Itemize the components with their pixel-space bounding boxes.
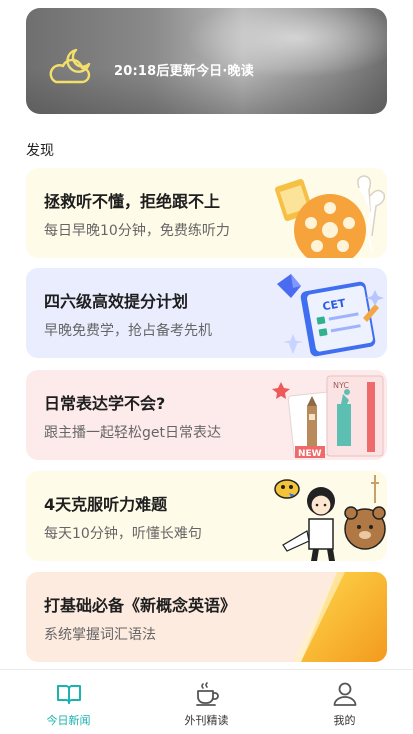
card-title: 4天克服听力难题	[44, 495, 168, 514]
daily-expression-card[interactable]: 日常表达学不会? 跟主播一起轻松get日常表达 NYC NEW	[26, 370, 387, 460]
banner-update-text: 20:18后更新今日·晚读	[114, 64, 254, 79]
new-badge-text: NEW	[298, 449, 322, 459]
cet-plan-card[interactable]: 四六级高效提分计划 早晚免费学，抢占备考先机 CET	[26, 268, 387, 358]
moon-cloud-icon	[49, 48, 91, 84]
bottom-tab-bar: 今日新闻 外刊精读 我的	[0, 669, 413, 734]
new-concept-english-card[interactable]: 打基础必备《新概念英语》 系统掌握词汇语法	[26, 572, 387, 662]
travel-tickets-illustration: NYC NEW	[272, 375, 384, 459]
tab-label: 今日新闻	[46, 714, 91, 727]
card-subtitle: 每日早晚10分钟，免费练听力	[44, 223, 230, 239]
card-title: 拯救听不懂，拒绝跟不上	[44, 192, 221, 211]
tab-profile[interactable]: 我的	[276, 670, 413, 734]
tab-foreign-journals[interactable]: 外刊精读	[138, 670, 275, 734]
card-title: 打基础必备《新概念英语》	[44, 596, 237, 615]
listening-rescue-card[interactable]: 拯救听不懂，拒绝跟不上 每日早晚10分钟，免费练听力	[26, 168, 387, 258]
card-title: 日常表达学不会?	[44, 394, 166, 413]
ticket-nyc-text: NYC	[333, 381, 349, 390]
cartoon-girl-bear-illustration	[274, 475, 386, 561]
open-book-icon	[56, 685, 81, 704]
tab-label: 我的	[333, 714, 356, 727]
card-subtitle: 每天10分钟，听懂长难句	[44, 526, 202, 542]
listening-challenge-card[interactable]: 4天克服听力难题 每天10分钟，听懂长难句	[26, 471, 387, 561]
film-earphones-illustration	[274, 175, 386, 258]
card-subtitle: 跟主播一起轻松get日常表达	[44, 425, 221, 441]
card-subtitle: 早晚免费学，抢占备考先机	[44, 323, 212, 339]
tab-label: 外刊精读	[184, 714, 229, 727]
card-title: 四六级高效提分计划	[44, 292, 189, 311]
coffee-cup-icon	[195, 682, 219, 706]
section-title-discover: 发现	[26, 143, 54, 159]
orange-book-illustration	[293, 572, 387, 662]
card-subtitle: 系统掌握词汇语法	[44, 627, 156, 643]
tab-today-news[interactable]: 今日新闻	[0, 670, 137, 734]
user-icon	[333, 682, 356, 706]
daily-reading-banner[interactable]: 20:18后更新今日·晚读	[26, 8, 387, 114]
cet-book-illustration: CET	[277, 274, 384, 357]
